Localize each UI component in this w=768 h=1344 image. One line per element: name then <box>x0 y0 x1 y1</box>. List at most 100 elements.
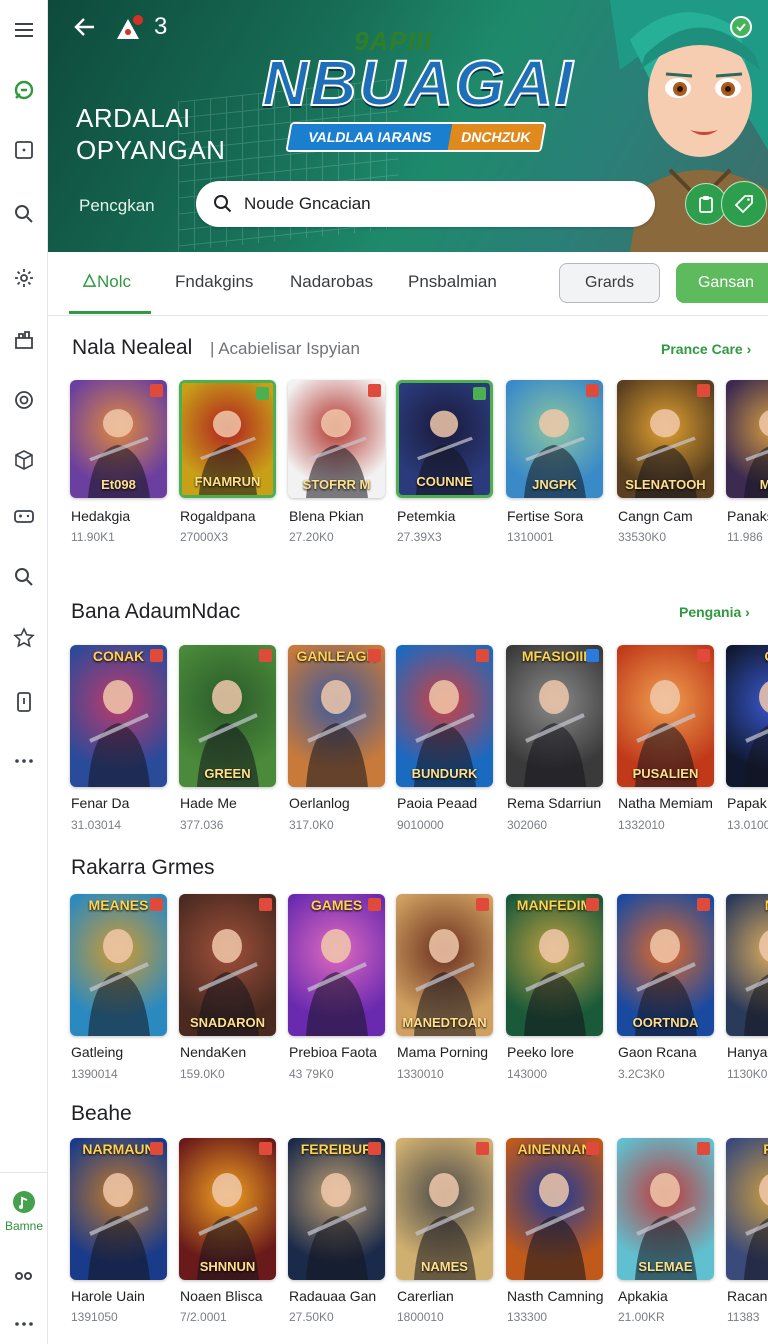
rail-store-icon[interactable] <box>8 324 40 356</box>
game-card[interactable]: NAMES Carerlian 1800010 <box>396 1138 493 1326</box>
game-cover-image[interactable]: MFASIOIII <box>506 645 603 787</box>
game-cover-image[interactable]: MEANES <box>70 894 167 1036</box>
game-title[interactable]: Papak <box>727 795 767 811</box>
game-title[interactable]: Paoia Peaad <box>397 795 477 811</box>
game-title[interactable]: Rema Sdarriun <box>507 795 601 811</box>
menu-icon[interactable] <box>8 14 40 46</box>
game-title[interactable]: Rogaldpana <box>180 508 256 524</box>
game-cover-image[interactable]: CONAK <box>70 645 167 787</box>
game-cover-image[interactable]: NE <box>726 894 768 1036</box>
game-card[interactable]: MANFEDIM Peeko lore 143000 <box>506 894 603 1083</box>
game-title[interactable]: Radauaa Gan <box>289 1288 376 1304</box>
game-title[interactable]: Panaks <box>727 508 768 524</box>
game-cover-image[interactable]: MANEDTOAN <box>396 894 493 1036</box>
game-card[interactable]: SNADARON NendaKen 159.0K0 <box>179 894 276 1083</box>
rail-overflow-icon[interactable] <box>8 1306 40 1338</box>
game-card[interactable]: STOFRR M Blena Pkian 27.20K0 <box>288 380 385 546</box>
game-title[interactable]: Mama Porning <box>397 1044 488 1060</box>
game-title[interactable]: Carerlian <box>397 1288 454 1304</box>
rail-more-icon[interactable] <box>8 745 40 777</box>
game-card[interactable]: GANLEAGR Oerlanlog 317.0K0 <box>288 645 385 834</box>
alert-badge-icon[interactable] <box>114 14 144 42</box>
game-title[interactable]: Hedakgia <box>71 508 130 524</box>
tab-nadarobas[interactable]: Nadarobas <box>290 272 373 292</box>
tab-fndakgins[interactable]: Fndakgins <box>175 272 253 292</box>
game-cover-image[interactable]: MANFEDIM <box>506 894 603 1036</box>
game-card[interactable]: MFASIOIII Rema Sdarriun 302060 <box>506 645 603 834</box>
game-card[interactable]: SLENATOOH Cangn Cam 33530K0 <box>617 380 714 546</box>
game-title[interactable]: Racan <box>727 1288 767 1304</box>
game-title[interactable]: Gaon Rcana <box>618 1044 697 1060</box>
rail-device-icon[interactable] <box>8 686 40 718</box>
game-card[interactable]: MANEDTOAN Mama Porning 1330010 <box>396 894 493 1083</box>
game-card[interactable]: JNGPK Fertise Sora 1310001 <box>506 380 603 546</box>
game-cover-image[interactable]: GREEN <box>179 645 276 787</box>
game-cover-image[interactable]: FEREIBUR <box>288 1138 385 1280</box>
game-card[interactable]: MAN Panaks 11.986 <box>726 380 768 546</box>
game-title[interactable]: Nasth Camning <box>507 1288 604 1304</box>
game-card[interactable]: FNAMRUN Rogaldpana 27000X3 <box>179 380 276 546</box>
game-cover-image[interactable]: BUNDURK <box>396 645 493 787</box>
rail-library-icon[interactable] <box>8 134 40 166</box>
game-card[interactable]: GAMES Prebioa Faota 43 79K0 <box>288 894 385 1083</box>
game-title[interactable]: Fertise Sora <box>507 508 583 524</box>
game-title[interactable]: Petemkia <box>397 508 455 524</box>
game-title[interactable]: Hade Me <box>180 795 237 811</box>
game-card[interactable]: NE Hanyal 1130K0 <box>726 894 768 1083</box>
game-cover-image[interactable]: SNADARON <box>179 894 276 1036</box>
tag-button[interactable] <box>721 181 767 227</box>
search-input[interactable] <box>244 194 624 214</box>
section-link[interactable]: Prance Care › <box>661 341 751 357</box>
game-card[interactable]: COUNNE Petemkia 27.39X3 <box>396 380 493 546</box>
game-title[interactable]: NendaKen <box>180 1044 246 1060</box>
rail-discover-icon[interactable] <box>8 561 40 593</box>
game-cover-image[interactable]: PUSALIEN <box>617 645 714 787</box>
rail-link-icon[interactable] <box>8 1260 40 1292</box>
game-title[interactable]: Cangn Cam <box>618 508 693 524</box>
game-cover-image[interactable]: GE <box>726 645 768 787</box>
game-cover-image[interactable]: NARMAUN <box>70 1138 167 1280</box>
game-card[interactable]: NARMAUN Harole Uain 1391050 <box>70 1138 167 1326</box>
rail-box-icon[interactable] <box>8 444 40 476</box>
game-card[interactable]: CONAK Fenar Da 31.03014 <box>70 645 167 834</box>
game-cover-image[interactable]: SLEMAE <box>617 1138 714 1280</box>
game-cover-image[interactable]: MAN <box>726 380 768 498</box>
section-link[interactable]: Pengania › <box>679 604 750 620</box>
rail-search-icon[interactable] <box>8 198 40 230</box>
rail-support-icon[interactable] <box>8 384 40 416</box>
back-arrow-icon[interactable] <box>72 14 98 45</box>
game-title[interactable]: Apkakia <box>618 1288 668 1304</box>
game-title[interactable]: Prebioa Faota <box>289 1044 377 1060</box>
game-cover-image[interactable]: SHNNUN <box>179 1138 276 1280</box>
game-cover-image[interactable]: OORTNDA <box>617 894 714 1036</box>
game-card[interactable]: BUNDURK Paoia Peaad 9010000 <box>396 645 493 834</box>
game-title[interactable]: Natha Memiam <box>618 795 713 811</box>
rail-home-icon[interactable] <box>8 74 40 106</box>
game-cover-image[interactable]: AINENNAN <box>506 1138 603 1280</box>
grards-button[interactable]: Grards <box>559 263 660 303</box>
game-card[interactable]: PUSALIEN Natha Memiam 1332010 <box>617 645 714 834</box>
game-cover-image[interactable]: GAMES <box>288 894 385 1036</box>
game-card[interactable]: AINENNAN Nasth Camning 133300 <box>506 1138 604 1326</box>
rail-bottom-label[interactable]: Bamne <box>0 1219 48 1233</box>
game-title[interactable]: Blena Pkian <box>289 508 364 524</box>
rail-controller-icon[interactable] <box>8 500 40 532</box>
game-cover-image[interactable]: FIN <box>726 1138 768 1280</box>
game-card[interactable]: Et098 Hedakgia 11.90K1 <box>70 380 167 546</box>
game-cover-image[interactable]: NAMES <box>396 1138 493 1280</box>
search-bar[interactable] <box>196 181 655 227</box>
game-card[interactable]: GE Papak 13.0100 <box>726 645 768 834</box>
game-title[interactable]: Oerlanlog <box>289 795 350 811</box>
game-card[interactable]: GREEN Hade Me 377.036 <box>179 645 276 834</box>
game-title[interactable]: Noaen Blisca <box>180 1288 263 1304</box>
game-cover-image[interactable]: STOFRR M <box>288 380 385 498</box>
game-cover-image[interactable]: GANLEAGR <box>288 645 385 787</box>
game-title[interactable]: Harole Uain <box>71 1288 145 1304</box>
game-cover-image[interactable]: COUNNE <box>396 380 493 498</box>
game-card[interactable]: SLEMAE Apkakia 21.00KR <box>617 1138 714 1326</box>
game-title[interactable]: Hanyal <box>727 1044 768 1060</box>
tab-nolc[interactable]: Nolc <box>82 272 131 292</box>
game-cover-image[interactable]: Et098 <box>70 380 167 498</box>
rail-settings-icon[interactable] <box>8 262 40 294</box>
game-title[interactable]: Fenar Da <box>71 795 129 811</box>
